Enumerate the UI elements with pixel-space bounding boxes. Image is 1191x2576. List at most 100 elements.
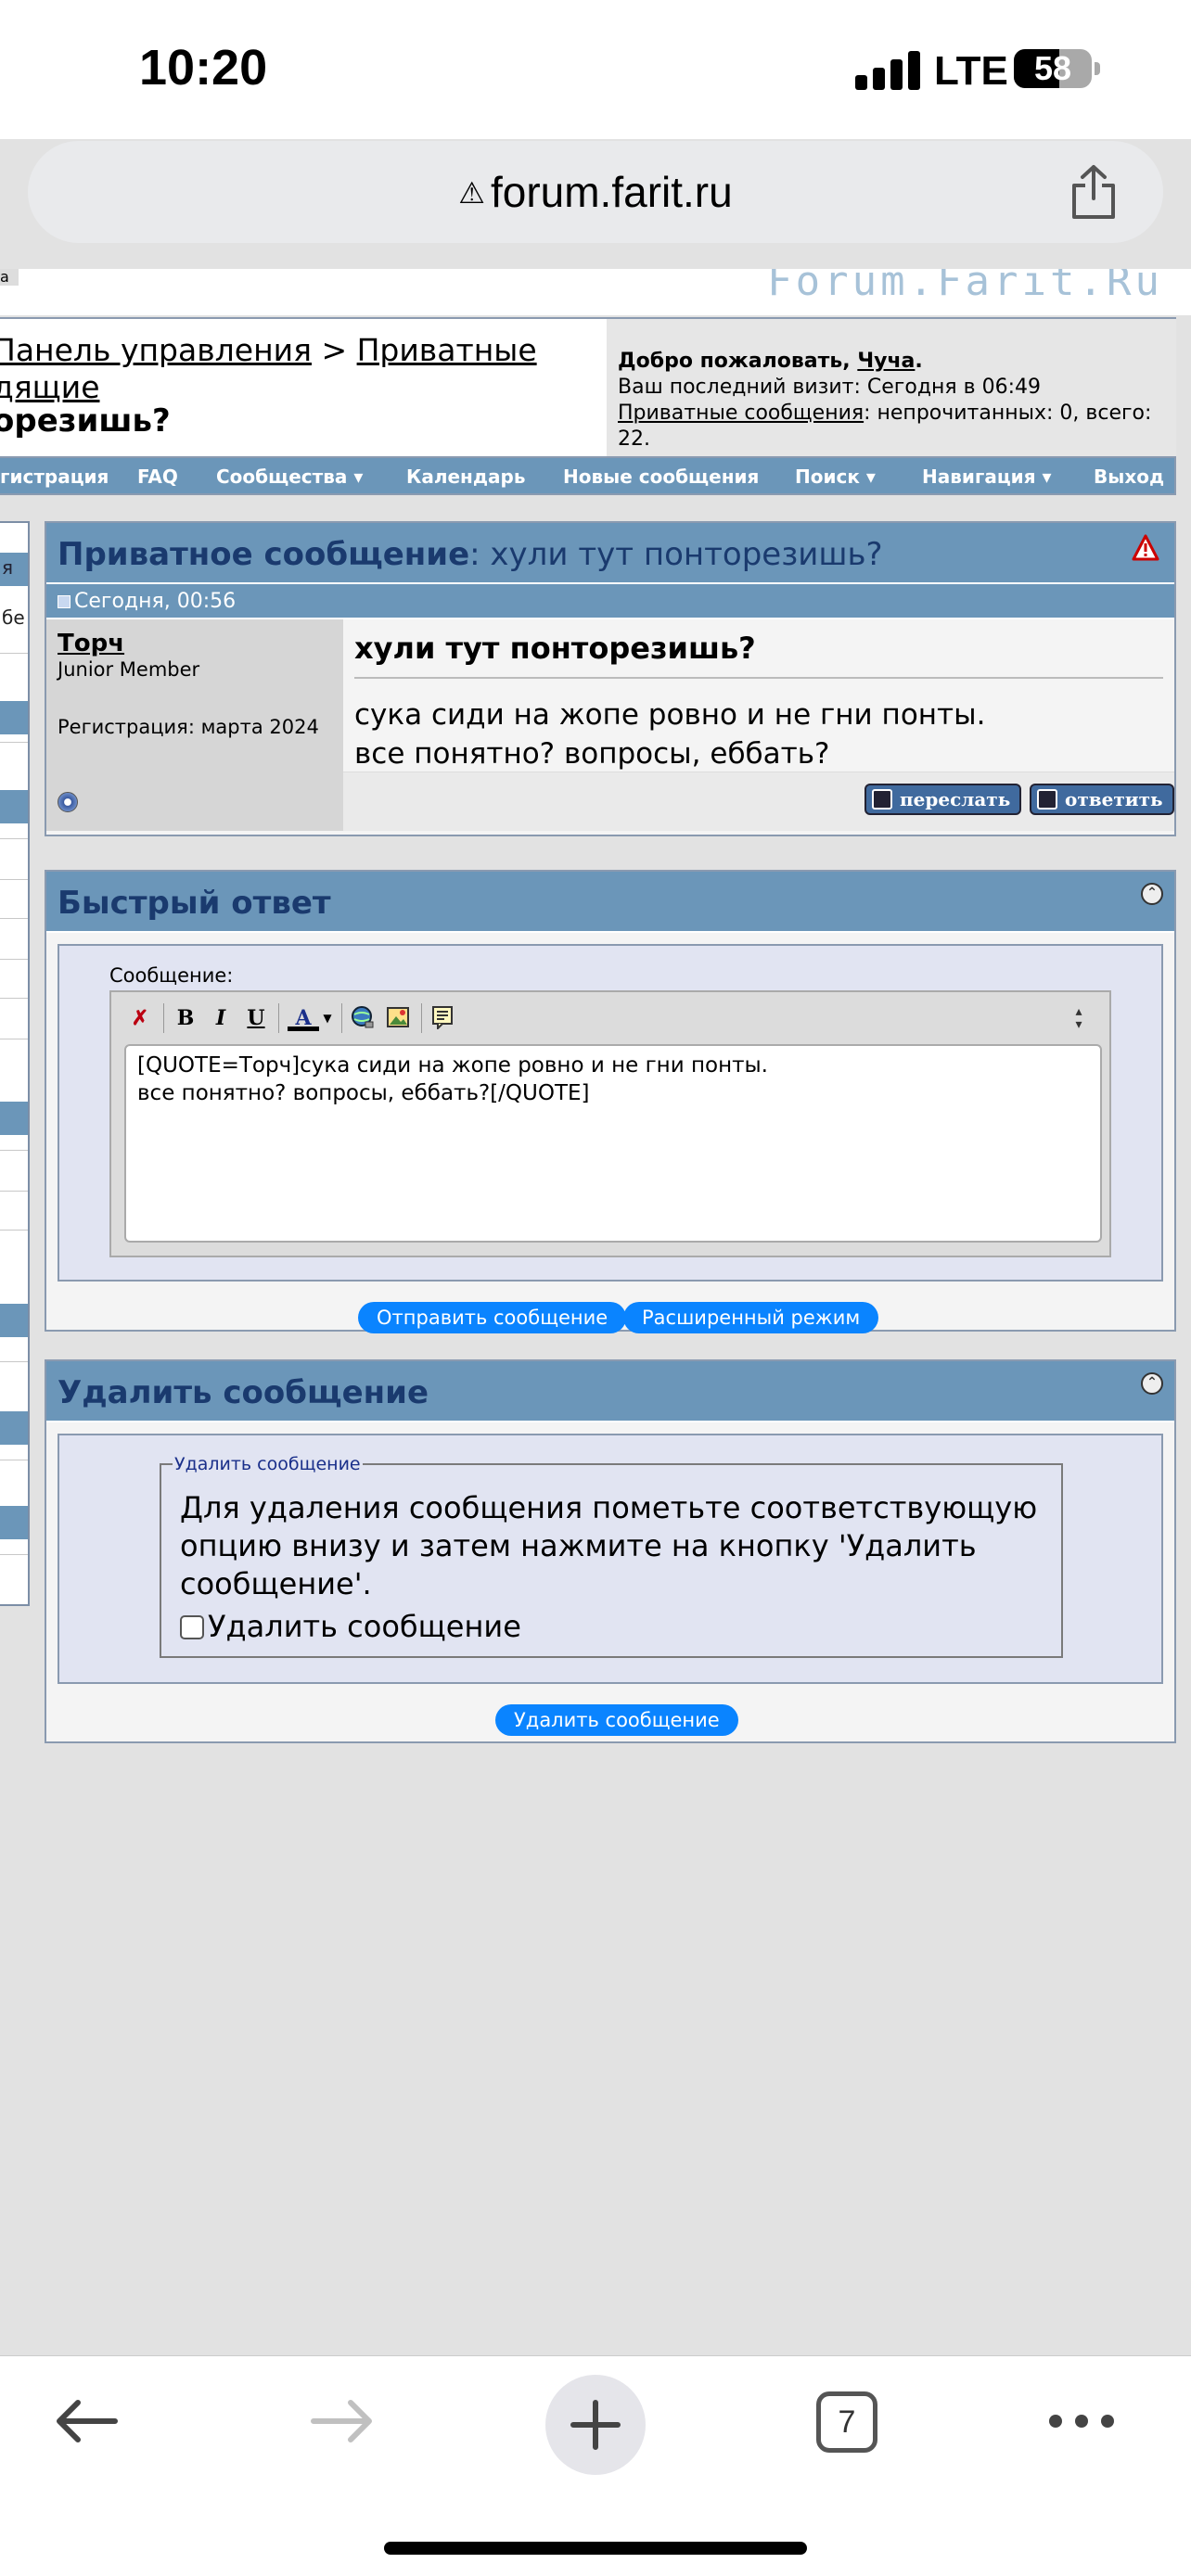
underline-button[interactable]: U [243, 1005, 269, 1031]
divider [0, 998, 28, 999]
forum-logo[interactable]: Forum.Farit.Ru [767, 269, 1163, 305]
delete-message-panel: Удалить сообщение ⌃ Удалить сообщение Дл… [45, 1359, 1176, 1743]
quick-reply-heading: Быстрый ответ ⌃ [46, 872, 1174, 933]
forward-button[interactable]: переслать [864, 784, 1022, 815]
divider [0, 1150, 28, 1151]
pm-heading-subject: : хули тут понторезишь? [469, 536, 883, 573]
sidebar-header [0, 701, 28, 734]
delete-body: Удалить сообщение Для удаления сообщения… [58, 1434, 1163, 1684]
private-messages-link[interactable]: Приватные сообщения [618, 402, 864, 425]
send-message-button[interactable]: Отправить сообщение [358, 1302, 627, 1333]
divider [0, 1230, 28, 1231]
welcome-suffix: . [915, 350, 923, 373]
message-line: сука сиди на жопе ровно и не гни понты. [354, 698, 986, 732]
nav-navigation[interactable]: Навигация ▾ [922, 465, 1052, 488]
delete-checkbox-row[interactable]: Удалить сообщение [180, 1608, 521, 1645]
welcome-box: Добро пожаловать, Чуча. Ваш последний ви… [607, 319, 1176, 456]
status-time: 10:20 [139, 40, 268, 96]
divider [0, 879, 28, 880]
editor-toolbar: ✗ B I U A ▼ ▴ ▾ [111, 992, 1109, 1044]
sidebar-header [0, 1411, 28, 1445]
breadcrumb-private[interactable]: Приватные [357, 332, 537, 368]
back-arrow-icon[interactable] [50, 2384, 124, 2458]
nav-search[interactable]: Поиск ▾ [795, 465, 876, 488]
navbar: гистрация FAQ Сообщества ▾ Календарь Нов… [0, 458, 1176, 495]
delete-message-button[interactable]: Удалить сообщение [495, 1704, 738, 1736]
pm-date: Сегодня, 00:56 [74, 590, 237, 613]
address-bar[interactable]: ⚠ forum.farit.ru [28, 141, 1163, 243]
nav-calendar[interactable]: Календарь [406, 465, 526, 488]
message-editor: ✗ B I U A ▼ ▴ ▾ [QUOTE=Торч]сука сиди на … [109, 990, 1111, 1257]
breadcrumb: Панель управления > Приватные дящие [0, 332, 614, 406]
status-bar: 10:20 LTE 58 ⚠ forum.farit.ru [0, 0, 1191, 243]
report-alert-icon[interactable] [1132, 534, 1159, 562]
delete-checkbox-label: Удалить сообщение [208, 1609, 521, 1644]
battery-icon: 58 [1014, 49, 1092, 88]
share-icon[interactable] [1069, 163, 1119, 221]
nav-new-posts[interactable]: Новые сообщения [563, 465, 759, 488]
text-color-button[interactable]: A [288, 1005, 319, 1031]
more-options-icon[interactable] [1044, 2384, 1119, 2458]
delete-title: Удалить сообщение [58, 1374, 429, 1411]
author-rank: Junior Member [58, 658, 200, 681]
breadcrumb-folder[interactable]: дящие [0, 369, 100, 405]
welcome-prefix: Добро пожаловать, [618, 350, 858, 373]
quick-reply-body: Сообщение: ✗ B I U A ▼ ▴ ▾ [QUOTE=Торч]с… [58, 944, 1163, 1282]
divider [0, 1191, 28, 1192]
delete-instructions: Для удаления сообщения пометьте соответс… [180, 1490, 1038, 1601]
online-status-icon [58, 792, 78, 812]
remove-format-icon[interactable]: ✗ [126, 1005, 154, 1031]
nav-communities[interactable]: Сообщества ▾ [216, 465, 363, 488]
breadcrumb-control-panel[interactable]: Панель управления [0, 332, 312, 368]
page-title: орезишь? [0, 402, 171, 440]
divider [0, 1361, 28, 1362]
collapse-icon[interactable]: ⌃ [1141, 883, 1163, 905]
toolbar-separator [421, 1003, 422, 1033]
reply-button[interactable]: ответить [1030, 784, 1174, 815]
url-text: forum.farit.ru [490, 168, 733, 216]
nav-faq[interactable]: FAQ [137, 465, 178, 488]
sidebar-header [0, 790, 28, 823]
image-svg [387, 1007, 409, 1027]
forward-label: переслать [900, 788, 1011, 810]
delete-heading: Удалить сообщение ⌃ [46, 1361, 1174, 1422]
nav-logout[interactable]: Выход [1094, 465, 1164, 488]
author-name-link[interactable]: Торч [58, 631, 343, 657]
message-title: хули тут понторезишь? [354, 631, 1163, 679]
bold-button[interactable]: B [173, 1005, 198, 1031]
private-message-panel: Приватное сообщение: хули тут понторезиш… [45, 521, 1176, 836]
tabs-button[interactable]: 7 [816, 2391, 877, 2453]
logo-cut-text: а [0, 269, 19, 286]
divider [0, 918, 28, 919]
message-textarea[interactable]: [QUOTE=Торч]сука сиди на жопе ровно и не… [124, 1044, 1102, 1243]
collapse-icon[interactable]: ⌃ [1141, 1372, 1163, 1395]
sidebar-header [0, 1506, 28, 1539]
nav-register[interactable]: гистрация [0, 465, 109, 488]
delete-checkbox[interactable] [180, 1615, 204, 1639]
url-display[interactable]: ⚠ forum.farit.ru [28, 141, 1163, 243]
author-info: Торч Junior Member Регистрация: марта 20… [46, 619, 343, 831]
message-content: хули тут понторезишь? сука сиди на жопе … [343, 619, 1174, 831]
italic-button[interactable]: I [208, 1005, 234, 1031]
delete-fieldset: Удалить сообщение Для удаления сообщения… [160, 1454, 1063, 1658]
welcome-user-link[interactable]: Чуча [857, 350, 915, 373]
pm-heading-bold: Приватное сообщение [58, 536, 470, 573]
insecure-warning-icon: ⚠ [458, 176, 485, 210]
message-label: Сообщение: [109, 964, 234, 987]
quick-reply-buttons: Отправить сообщение Расширенный режим [46, 1293, 1174, 1341]
sidebar-text[interactable]: бе [2, 606, 25, 629]
pm-date-bar: Сегодня, 00:56 [46, 584, 1174, 619]
forward-arrow-icon[interactable] [304, 2384, 378, 2458]
color-dropdown-icon[interactable]: ▼ [321, 1005, 334, 1031]
divider [0, 742, 28, 743]
insert-quote-icon[interactable] [429, 1005, 456, 1031]
insert-link-icon[interactable] [349, 1005, 377, 1031]
advanced-mode-button[interactable]: Расширенный режим [623, 1302, 879, 1333]
insert-image-icon[interactable] [384, 1005, 412, 1031]
new-tab-button[interactable] [545, 2375, 646, 2475]
post-status-icon [58, 595, 70, 608]
divider [0, 653, 28, 654]
editor-resize-icon[interactable]: ▴ ▾ [1072, 1005, 1085, 1033]
toolbar-separator [341, 1003, 342, 1033]
message-actions: переслать ответить [343, 772, 1174, 831]
